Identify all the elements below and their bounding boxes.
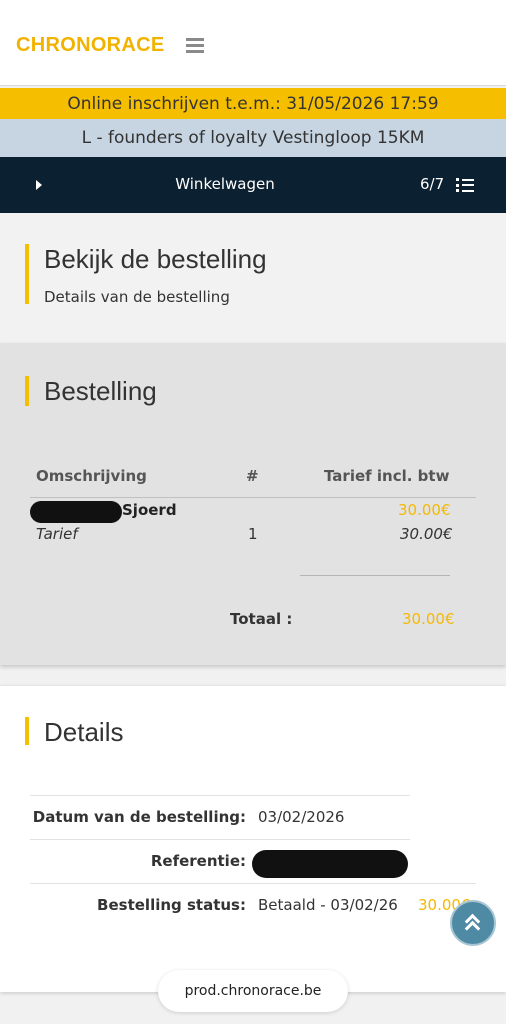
item-quantity: 1	[248, 525, 258, 543]
event-name-banner: L - founders of loyalty Vestingloop 15KM	[0, 119, 506, 157]
accent-bar	[25, 717, 29, 745]
step-title: Winkelwagen	[175, 175, 275, 193]
registration-deadline-banner: Online inschrijven t.e.m.: 31/05/2026 17…	[0, 88, 506, 119]
order-title: Bestelling	[44, 376, 157, 406]
redacted-name	[30, 501, 122, 523]
order-card: Bestelling Omschrijving # Tarief incl. b…	[0, 343, 506, 665]
list-icon[interactable]	[456, 178, 474, 192]
step-count: 6/7	[420, 175, 445, 193]
page-title: Bekijk de bestelling	[44, 244, 267, 274]
accent-bar	[25, 244, 29, 304]
url-bar[interactable]: prod.chronorace.be	[158, 970, 348, 1012]
rate-price: 30.00€	[400, 525, 453, 543]
page-subtitle: Details van de bestelling	[44, 288, 230, 306]
column-header-quantity: #	[246, 467, 259, 485]
order-date-value: 03/02/2026	[258, 808, 345, 826]
status-value: Betaald - 03/02/26	[258, 896, 398, 914]
item-price: 30.00€	[398, 501, 451, 519]
table-divider	[30, 497, 476, 498]
rate-label: Tarief	[36, 525, 78, 543]
redacted-reference	[252, 850, 408, 878]
step-bar: Winkelwagen 6/7	[0, 157, 506, 213]
status-label: Bestelling status:	[97, 896, 246, 914]
participant-name: Sjoerd	[122, 501, 177, 519]
column-header-description: Omschrijving	[36, 467, 147, 485]
total-value: 30.00€	[402, 610, 455, 628]
logo[interactable]: CHRONORACE	[16, 34, 165, 57]
row-divider	[30, 795, 410, 796]
scroll-to-top-button[interactable]	[450, 900, 496, 946]
row-divider	[30, 839, 410, 840]
header: CHRONORACE	[0, 0, 506, 86]
row-divider	[30, 883, 476, 884]
total-divider	[300, 575, 450, 576]
reference-label: Referentie:	[150, 852, 246, 870]
hamburger-menu-icon[interactable]	[186, 38, 204, 54]
total-label: Totaal :	[230, 610, 293, 628]
accent-bar	[25, 376, 29, 406]
details-card: Details Datum van de bestelling: 03/02/2…	[0, 686, 506, 992]
order-date-label: Datum van de bestelling:	[32, 808, 246, 826]
details-title: Details	[44, 717, 124, 747]
column-header-rate: Tarief incl. btw	[324, 467, 450, 485]
review-order-section: Bekijk de bestelling Details van de best…	[0, 213, 506, 343]
